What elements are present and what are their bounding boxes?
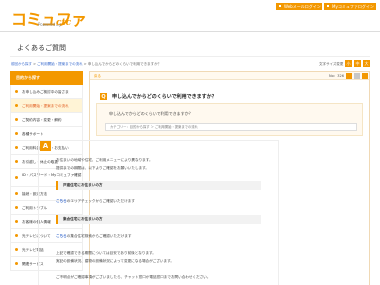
answer-icon: A bbox=[40, 141, 51, 151]
sidebar-item[interactable]: お申し込みご検討中の皆さま bbox=[10, 85, 83, 99]
sidebar-item-label: 各種サポート bbox=[22, 132, 44, 136]
font-size-large-button[interactable]: 大 bbox=[363, 60, 370, 67]
apartment-search-link[interactable]: こちら bbox=[56, 234, 67, 238]
print-icon[interactable] bbox=[346, 73, 352, 79]
note-line: 実記の設備状況、建物の設備状況によって変更になる場合がございます。 bbox=[56, 259, 174, 263]
title-divider bbox=[10, 56, 370, 57]
section-apartment-text: こちらの集合住宅検索からご確認いただけます bbox=[56, 234, 131, 239]
bullet-icon bbox=[15, 192, 18, 195]
note-line: 上記で確認できる期間については目安であり前後となります。 bbox=[56, 251, 156, 255]
breadcrumb: 前回から探す > ご利用開始・提案までの流れ > 申し込んでからどのくらいで利用… bbox=[11, 62, 161, 67]
breadcrumb-home[interactable]: 前回から探す bbox=[11, 62, 32, 66]
sidebar-item[interactable]: ご契約内容・変更・解約 bbox=[10, 113, 83, 127]
bullet-icon bbox=[15, 132, 18, 135]
sidebar-item[interactable]: 各種サポート bbox=[10, 127, 83, 141]
faq-number: No：326 bbox=[329, 74, 344, 78]
breadcrumb-category[interactable]: ご利用開始・提案までの流れ bbox=[37, 62, 83, 66]
answer-line: お住まいの地域や住宅、ご利用メニューにより異なります。 bbox=[56, 158, 153, 162]
sidebar-item-label: ご利用開始・提案までの流れ bbox=[22, 104, 69, 108]
bullet-icon bbox=[15, 104, 18, 107]
faq-toolbar: 戻る No：326 bbox=[90, 72, 369, 80]
breadcrumb-current: 申し込んでからどのくらいで利用できますか？ bbox=[87, 62, 162, 66]
question-body: 申し込んでからどのくらいで利用できますか？ bbox=[109, 111, 193, 116]
page-title: よくあるご質問 bbox=[17, 44, 66, 52]
bullet-icon bbox=[15, 118, 18, 121]
ctc-logo: ctc bbox=[56, 18, 72, 28]
bullet-icon bbox=[15, 248, 18, 251]
back-link[interactable]: 戻る bbox=[94, 74, 101, 79]
section-heading-apartment: 集合住宅にお住まいの方 bbox=[56, 215, 261, 224]
question-title: 申し込んでからどのくらいで利用できますか？ bbox=[112, 94, 217, 100]
question-icon: Q bbox=[100, 93, 107, 100]
section-heading-detached: 戸建住宅にお住まいの方 bbox=[56, 181, 261, 190]
bullet-icon bbox=[15, 176, 18, 179]
sidebar-item-label: ご契約内容・変更・解約 bbox=[22, 118, 62, 122]
font-size-label: 文字サイズ変更 bbox=[319, 62, 344, 66]
section-apartment-desc: の集合住宅検索からご確認いただけます bbox=[66, 234, 132, 238]
sidebar-item-label: お申し込みご検討中の皆さま bbox=[22, 90, 69, 94]
bullet-icon bbox=[15, 146, 18, 149]
question-box: 申し込んでからどのくらいで利用できますか？ カテゴリー：目的から探す ＞ ご利用… bbox=[96, 103, 363, 136]
site-header: コミュファ Powered by ctc Webメールログイン Myコミュファロ… bbox=[0, 0, 380, 30]
bookmark-icon[interactable] bbox=[362, 73, 368, 79]
section-detached-text: こちらのエリアチェックからご確認いただけます bbox=[56, 199, 135, 204]
sidebar-item[interactable]: ご利用開始・提案までの流れ bbox=[10, 99, 83, 113]
header-divider bbox=[0, 31, 380, 32]
sidebar-heading: 目的から探す bbox=[10, 71, 83, 85]
bullet-icon bbox=[15, 220, 18, 223]
question-category: カテゴリー：目的から探す ＞ ご利用開始・提案までの流れ bbox=[105, 123, 357, 131]
answer-line: 提供までの期間は、以下よりご確認をお願いいたします。 bbox=[56, 166, 150, 170]
web-mail-login-button[interactable]: Webメールログイン bbox=[276, 3, 322, 10]
bullet-icon bbox=[15, 90, 18, 93]
section-detached-desc: のエリアチェックからご確認いただけます bbox=[66, 199, 135, 203]
font-size-small-button[interactable]: 小 bbox=[345, 60, 352, 67]
bullet-icon bbox=[15, 206, 18, 209]
contact-line: ご不明点がご確認事項がございましたら、チャット窓口か電話窓口までお問い合わせくだ… bbox=[56, 275, 211, 279]
bullet-icon bbox=[15, 234, 18, 237]
bullet-icon bbox=[15, 262, 18, 265]
font-size-medium-button[interactable]: 中 bbox=[354, 60, 361, 67]
area-check-link[interactable]: こちら bbox=[56, 199, 67, 203]
share-icon[interactable] bbox=[354, 73, 360, 79]
mycommufa-login-button[interactable]: Myコミュファログイン bbox=[324, 3, 376, 10]
bullet-icon bbox=[15, 160, 18, 163]
